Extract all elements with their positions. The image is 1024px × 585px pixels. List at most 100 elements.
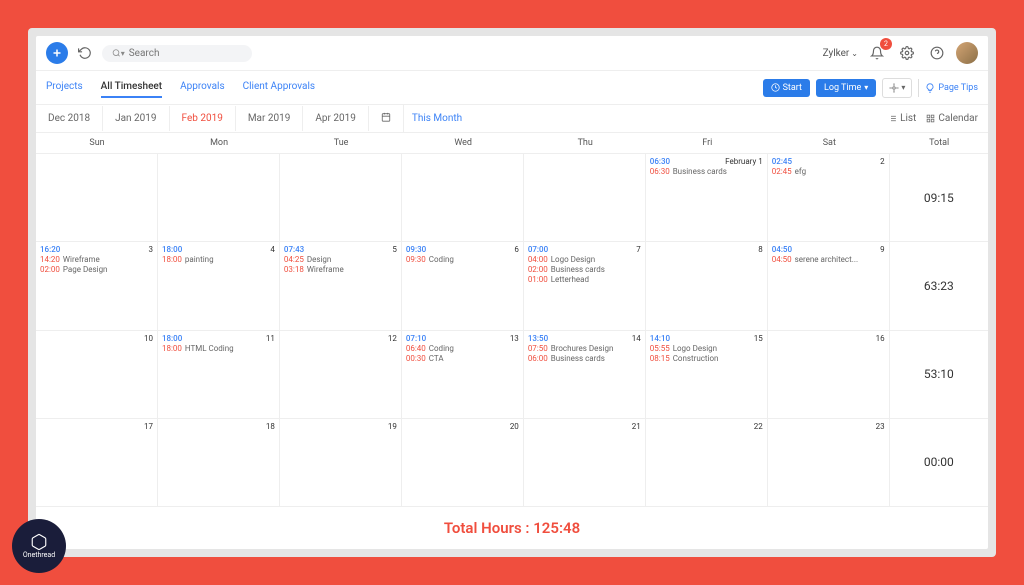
- company-selector[interactable]: Zylker ⌄: [823, 48, 858, 59]
- calendar-cell[interactable]: 09:30609:30Coding: [402, 242, 524, 329]
- month-tab[interactable]: Mar 2019: [236, 106, 304, 131]
- timesheet-entry[interactable]: 18:00painting: [162, 255, 275, 264]
- chevron-down-icon: ▾: [864, 83, 868, 92]
- calendar-cell[interactable]: [158, 154, 280, 241]
- calendar-cell[interactable]: [280, 154, 402, 241]
- row-total: 09:15: [890, 154, 988, 241]
- calendar-cell[interactable]: 17: [36, 419, 158, 506]
- calendar-cell[interactable]: 12: [280, 331, 402, 418]
- log-time-button[interactable]: Log Time ▾: [816, 79, 876, 97]
- timesheet-entry[interactable]: 06:40Coding: [406, 344, 519, 353]
- calendar-cell[interactable]: 02:45202:45efg: [768, 154, 890, 241]
- timesheet-entry[interactable]: 04:50serene architect...: [772, 255, 885, 264]
- cell-date: 23: [876, 422, 885, 431]
- nav-tab[interactable]: Approvals: [180, 77, 224, 98]
- nav-tab[interactable]: Client Approvals: [243, 77, 315, 98]
- navbar: Projects All Timesheet Approvals Client App…: [36, 71, 988, 105]
- day-header: Sat: [768, 133, 890, 153]
- cell-date: 21: [632, 422, 641, 431]
- calendar-cell[interactable]: 21: [524, 419, 646, 506]
- start-button[interactable]: Start: [763, 79, 810, 97]
- timesheet-entry[interactable]: 05:55Logo Design: [650, 344, 763, 353]
- timesheet-entry[interactable]: 02:00Business cards: [528, 265, 641, 274]
- timesheet-entry[interactable]: 07:50Brochures Design: [528, 344, 641, 353]
- settings-button[interactable]: [896, 42, 918, 64]
- calendar-view-toggle[interactable]: Calendar: [926, 113, 978, 124]
- calendar-cell[interactable]: 18: [158, 419, 280, 506]
- datepicker-button[interactable]: [369, 105, 404, 132]
- calendar-cell[interactable]: 18:00418:00painting: [158, 242, 280, 329]
- calendar-cell[interactable]: 22: [646, 419, 768, 506]
- calendar-cell[interactable]: 07:00704:00Logo Design02:00Business card…: [524, 242, 646, 329]
- timesheet-entry[interactable]: 04:00Logo Design: [528, 255, 641, 264]
- gear-dropdown[interactable]: ▾: [882, 78, 912, 98]
- timesheet-entry[interactable]: 02:45efg: [772, 167, 885, 176]
- month-tab[interactable]: Dec 2018: [36, 106, 103, 131]
- calendar-cell[interactable]: 19: [280, 419, 402, 506]
- page-tips-link[interactable]: Page Tips: [925, 83, 978, 93]
- total-hours: Total Hours : 125:48: [36, 507, 988, 549]
- chevron-down-icon: ⌄: [851, 49, 858, 58]
- timesheet-entry[interactable]: 06:00Business cards: [528, 354, 641, 363]
- timesheet-entry[interactable]: 02:00Page Design: [40, 265, 153, 274]
- calendar-cell[interactable]: 8: [646, 242, 768, 329]
- month-tab[interactable]: Jan 2019: [103, 106, 169, 131]
- add-button[interactable]: [46, 42, 68, 64]
- calendar-cell[interactable]: 16: [768, 331, 890, 418]
- this-month-link[interactable]: This Month: [412, 113, 462, 124]
- calendar-cell[interactable]: 04:50904:50serene architect...: [768, 242, 890, 329]
- search-icon: [112, 48, 121, 58]
- cell-date: 17: [144, 422, 153, 431]
- day-header: Wed: [402, 133, 524, 153]
- calendar-cell[interactable]: [402, 154, 524, 241]
- calendar-cell[interactable]: 13:501407:50Brochures Design06:00Busines…: [524, 331, 646, 418]
- row-total: 00:00: [890, 419, 988, 506]
- timesheet-entry[interactable]: 14:20Wireframe: [40, 255, 153, 264]
- timesheet-entry[interactable]: 06:30Business cards: [650, 167, 763, 176]
- day-header: Sun: [36, 133, 158, 153]
- brand-icon: [30, 533, 48, 551]
- timesheet-entry[interactable]: 03:18Wireframe: [284, 265, 397, 274]
- calendar-cell[interactable]: 16:20314:20Wireframe02:00Page Design: [36, 242, 158, 329]
- calendar-cell[interactable]: 18:001118:00HTML Coding: [158, 331, 280, 418]
- total-hours-label: Total Hours :: [444, 519, 533, 537]
- search-input[interactable]: ▾: [102, 45, 252, 62]
- calendar-cell[interactable]: 14:101505:55Logo Design08:15Construction: [646, 331, 768, 418]
- cell-date: February 1: [725, 157, 763, 166]
- cell-time: 02:45: [772, 157, 792, 166]
- brand-label: Onethread: [23, 551, 55, 559]
- timesheet-entry[interactable]: 04:25Design: [284, 255, 397, 264]
- avatar[interactable]: [956, 42, 978, 64]
- cell-time: 18:00: [162, 334, 182, 343]
- search-field[interactable]: [129, 48, 242, 59]
- help-button[interactable]: [926, 42, 948, 64]
- calendar-cell[interactable]: 06:30February 106:30Business cards: [646, 154, 768, 241]
- timesheet-entry[interactable]: 01:00Letterhead: [528, 275, 641, 284]
- timesheet-entry[interactable]: 09:30Coding: [406, 255, 519, 264]
- timesheet-entry[interactable]: 18:00HTML Coding: [162, 344, 275, 353]
- calendar-cell[interactable]: 23: [768, 419, 890, 506]
- nav-tab[interactable]: Projects: [46, 77, 83, 98]
- history-icon[interactable]: [74, 42, 96, 64]
- timesheet-entry[interactable]: 08:15Construction: [650, 354, 763, 363]
- log-time-label: Log Time: [824, 83, 861, 93]
- calendar-cell[interactable]: 10: [36, 331, 158, 418]
- calendar-cell[interactable]: 20: [402, 419, 524, 506]
- month-tab[interactable]: Feb 2019: [170, 106, 236, 131]
- calendar-cell[interactable]: 07:43504:25Design03:18Wireframe: [280, 242, 402, 329]
- nav-tab[interactable]: All Timesheet: [101, 77, 162, 98]
- calendar-cell[interactable]: [36, 154, 158, 241]
- monthbar: Dec 2018Jan 2019Feb 2019Mar 2019Apr 2019…: [36, 105, 988, 133]
- notifications-button[interactable]: 2: [866, 42, 888, 64]
- list-view-toggle[interactable]: List: [888, 113, 916, 124]
- cell-date: 10: [144, 334, 153, 343]
- day-header: Thu: [524, 133, 646, 153]
- month-tab[interactable]: Apr 2019: [303, 106, 369, 131]
- cell-time: 07:43: [284, 245, 304, 254]
- chevron-down-icon: ▾: [901, 83, 905, 92]
- calendar-cell[interactable]: 07:101306:40Coding00:30CTA: [402, 331, 524, 418]
- calendar-row: 17 181920 21 22 23 00:00: [36, 419, 988, 507]
- timesheet-entry[interactable]: 00:30CTA: [406, 354, 519, 363]
- cell-date: 9: [880, 245, 885, 254]
- calendar-cell[interactable]: [524, 154, 646, 241]
